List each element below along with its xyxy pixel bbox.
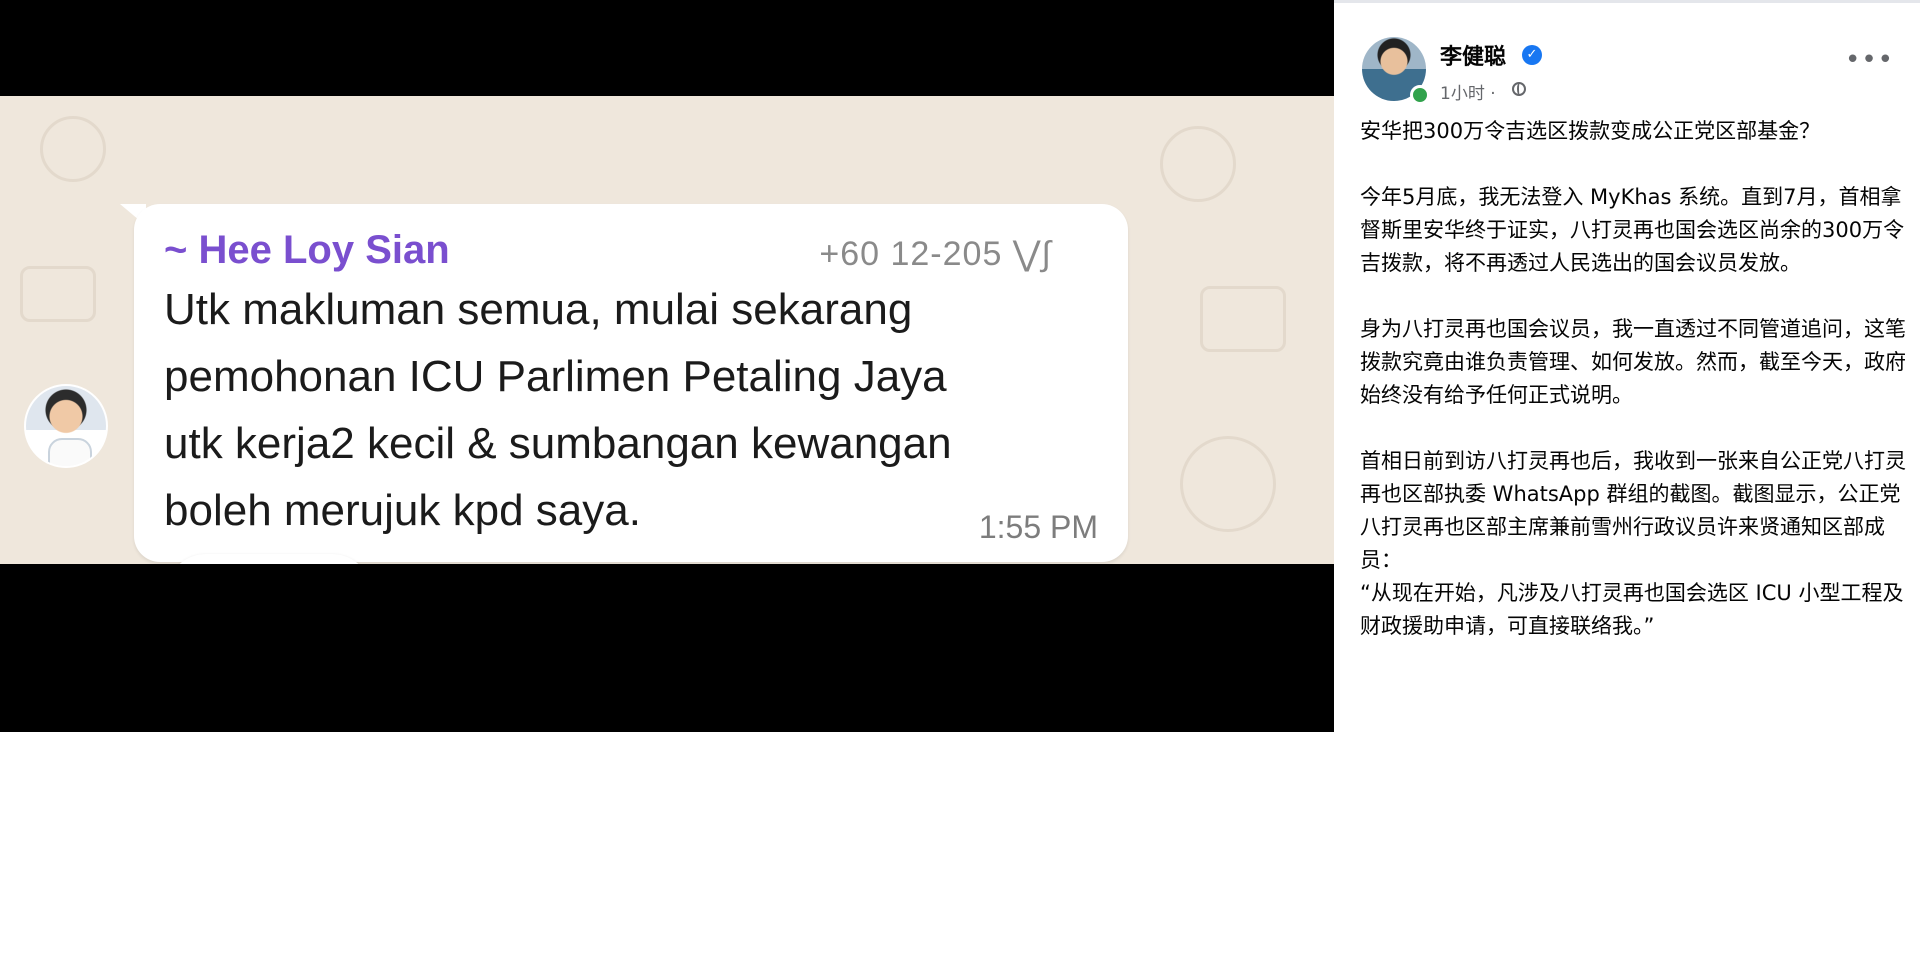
post-timestamp[interactable]: 1小时 · <box>1440 79 1496 104</box>
wallpaper-doodle <box>40 116 106 182</box>
message-time: 1:55 PM <box>978 509 1098 545</box>
post-paragraph: 安华把300万令吉选区拨款变成公正党区部基金？ <box>1360 119 1821 143</box>
post-image[interactable]: ~ Hee Loy Sian +60 12-205 ⋁∫ Utk makluma… <box>0 0 1334 732</box>
message-bubble: ~ Hee Loy Sian +60 12-205 ⋁∫ Utk makluma… <box>134 204 1128 562</box>
post-text: 安华把300万令吉选区拨款变成公正党区部基金？ 今年5月底，我无法登入 MyKh… <box>1360 115 1906 643</box>
sender-phone: +60 12-205 ⋁∫ <box>819 235 1052 273</box>
post-paragraph: 今年5月底，我无法登入 MyKhas 系统。直到7月，首相拿督斯里安华终于证实，… <box>1360 185 1905 275</box>
globe-icon <box>1512 82 1526 96</box>
wallpaper-doodle <box>1180 436 1276 532</box>
wallpaper-doodle <box>20 266 96 322</box>
wallpaper-doodle <box>1200 286 1286 352</box>
online-status-icon <box>1410 85 1430 105</box>
sender-avatar <box>24 384 108 468</box>
sender-name: ~ Hee Loy Sian <box>164 228 450 272</box>
whatsapp-chat-screenshot: ~ Hee Loy Sian +60 12-205 ⋁∫ Utk makluma… <box>0 96 1334 564</box>
verified-badge-icon: ✓ <box>1522 45 1542 65</box>
author-name[interactable]: 李健聪 <box>1440 39 1506 71</box>
facebook-post: 李健聪 ✓ 1小时 · ••• 安华把300万令吉选区拨款变成公正党区部基金？ … <box>1334 0 1920 732</box>
post-paragraph: 身为八打灵再也国会议员，我一直透过不同管道追问，这笔拨款究竟由谁负责管理、如何发… <box>1360 317 1906 407</box>
more-options-icon[interactable]: ••• <box>1845 47 1894 73</box>
wallpaper-doodle <box>1160 126 1236 202</box>
message-reactions: 👍 🙆 0 <box>166 554 372 564</box>
post-quote: “从现在开始，凡涉及八打灵再也国会选区 ICU 小型工程及财政援助申请，可直接联… <box>1360 581 1904 638</box>
post-paragraph: 首相日前到访八打灵再也后，我收到一张来自公正党八打灵再也区部执委 WhatsAp… <box>1360 449 1906 572</box>
message-text: Utk makluman semua, mulai sekarang pemoh… <box>164 285 952 535</box>
